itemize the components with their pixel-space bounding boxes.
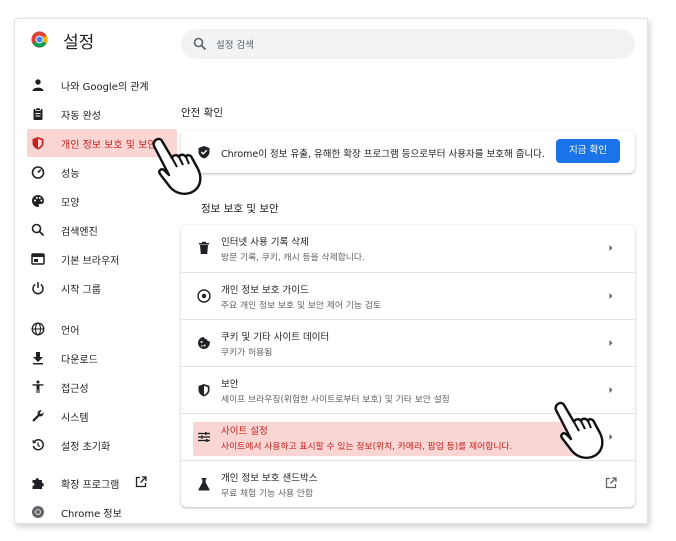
person-icon bbox=[32, 79, 44, 91]
row-subtitle: 세이프 브라우징(위험한 사이트로부터 보호) 및 기타 보안 설정 bbox=[221, 395, 450, 405]
top-bar: 설정 설정 검색 bbox=[15, 19, 649, 63]
row-subtitle: 주요 개인 정보 보호 및 보안 제어 기능 검토 bbox=[221, 301, 381, 311]
chevron-right-icon bbox=[609, 387, 613, 393]
row-title: 보안 bbox=[221, 379, 239, 390]
sliders-icon bbox=[198, 432, 210, 442]
accessibility-icon bbox=[32, 380, 44, 393]
external-link-icon[interactable] bbox=[135, 476, 147, 488]
row-subtitle: 사이트에서 사용하고 표시할 수 있는 정보(위치, 카메라, 팝업 등)를 제… bbox=[221, 442, 513, 452]
sidebar-item-label: 설정 초기화 bbox=[61, 442, 111, 453]
row-title: 쿠키 및 기타 사이트 데이터 bbox=[221, 332, 330, 343]
sidebar-item-downloads[interactable]: 다운로드 bbox=[27, 344, 177, 372]
sidebar-item-about-chrome[interactable]: Chrome 정보 bbox=[27, 498, 177, 526]
chevron-right-icon bbox=[609, 293, 613, 299]
row-subtitle: 쿠키가 허용됨 bbox=[221, 348, 273, 358]
search-icon bbox=[193, 37, 207, 51]
palette-icon bbox=[32, 195, 44, 207]
sidebar-item-accessibility[interactable]: 접근성 bbox=[27, 373, 177, 401]
chevron-right-icon bbox=[609, 340, 613, 346]
row-subtitle: 방문 기록, 쿠키, 캐시 등을 삭제합니다. bbox=[221, 253, 365, 263]
download-icon bbox=[33, 352, 43, 365]
privacy-section-title: 정보 보호 및 보안 bbox=[201, 203, 279, 215]
search-input[interactable]: 설정 검색 bbox=[181, 29, 635, 59]
privacy-sandbox-row[interactable]: 개인 정보 보호 샌드박스 무료 체험 기능 사용 안함 bbox=[181, 460, 635, 507]
speedometer-icon bbox=[31, 166, 45, 179]
shield-icon bbox=[198, 384, 210, 397]
external-link-icon bbox=[605, 477, 617, 489]
sidebar-item-system[interactable]: 시스템 bbox=[27, 402, 177, 430]
sidebar-item-label: 나와 Google의 관계 bbox=[61, 82, 149, 93]
shield-icon bbox=[32, 137, 44, 150]
sidebar-item-label: 모양 bbox=[61, 198, 80, 209]
app-title: 설정 bbox=[63, 33, 95, 53]
sidebar-item-reset-settings[interactable]: 설정 초기화 bbox=[27, 431, 177, 459]
row-title: 개인 정보 보호 가이드 bbox=[221, 285, 309, 296]
flask-icon bbox=[198, 478, 210, 491]
globe-icon bbox=[31, 322, 45, 336]
search-icon bbox=[31, 223, 45, 237]
sidebar-item-label: 언어 bbox=[61, 326, 80, 337]
sidebar-item-label: 시스템 bbox=[61, 413, 89, 424]
sidebar-item-extensions[interactable]: 확장 프로그램 bbox=[27, 469, 177, 497]
chrome-logo-icon bbox=[31, 31, 48, 48]
privacy-card: 인터넷 사용 기록 삭제 방문 기록, 쿠키, 캐시 등을 삭제합니다. 개인 … bbox=[181, 225, 635, 507]
power-icon bbox=[32, 282, 44, 295]
row-title: 사이트 설정 bbox=[221, 426, 268, 437]
safety-check-title: 안전 확인 bbox=[181, 107, 223, 119]
safety-check-card: Chrome이 정보 유출, 유해한 확장 프로그램 등으로부터 사용자를 보호… bbox=[181, 131, 635, 173]
trash-icon bbox=[199, 241, 209, 254]
chrome-icon bbox=[32, 506, 44, 518]
search-placeholder: 설정 검색 bbox=[216, 40, 254, 51]
sidebar-item-label: 다운로드 bbox=[61, 355, 98, 366]
compass-icon bbox=[197, 289, 211, 303]
clipboard-icon bbox=[33, 107, 43, 120]
puzzle-icon bbox=[32, 478, 44, 489]
sidebar-item-you-and-google[interactable]: 나와 Google의 관계 bbox=[27, 71, 177, 99]
row-title: 인터넷 사용 기록 삭제 bbox=[221, 237, 309, 248]
sidebar-item-label: 성능 bbox=[61, 169, 80, 180]
sidebar-item-label: 확장 프로그램 bbox=[61, 480, 120, 491]
sidebar-item-label: 접근성 bbox=[61, 384, 89, 395]
check-now-button[interactable]: 지금 확인 bbox=[556, 139, 620, 163]
browser-icon bbox=[31, 253, 45, 265]
sidebar-item-label: Chrome 정보 bbox=[61, 509, 122, 520]
wrench-icon bbox=[32, 410, 44, 422]
sidebar-item-label: 자동 완성 bbox=[61, 111, 101, 122]
row-title: 개인 정보 보호 샌드박스 bbox=[221, 473, 318, 484]
restore-icon bbox=[32, 439, 44, 451]
sidebar-item-label: 검색엔진 bbox=[61, 227, 98, 238]
sidebar-item-on-startup[interactable]: 시작 그룹 bbox=[27, 274, 177, 302]
sidebar-item-autofill[interactable]: 자동 완성 bbox=[27, 100, 177, 128]
sidebar-item-default-browser[interactable]: 기본 브라우저 bbox=[27, 245, 177, 273]
sidebar-item-search-engine[interactable]: 검색엔진 bbox=[27, 216, 177, 244]
sidebar-item-label: 기본 브라우저 bbox=[61, 256, 120, 267]
clear-browsing-data-row[interactable]: 인터넷 사용 기록 삭제 방문 기록, 쿠키, 캐시 등을 삭제합니다. bbox=[181, 225, 635, 272]
safety-check-description: Chrome이 정보 유출, 유해한 확장 프로그램 등으로부터 사용자를 보호… bbox=[221, 149, 545, 160]
sidebar: 나와 Google의 관계 자동 완성 개인 정보 보호 및 보안 성능 모양 … bbox=[15, 63, 177, 523]
row-subtitle: 무료 체험 기능 사용 안함 bbox=[221, 489, 314, 499]
sidebar-item-languages[interactable]: 언어 bbox=[27, 315, 177, 343]
hand-cursor-icon bbox=[554, 401, 604, 459]
privacy-guide-row[interactable]: 개인 정보 보호 가이드 주요 개인 정보 보호 및 보안 제어 기능 검토 bbox=[181, 272, 635, 319]
sidebar-item-label: 개인 정보 보호 및 보안 bbox=[61, 140, 157, 151]
sidebar-item-label: 시작 그룹 bbox=[61, 285, 101, 296]
hand-cursor-icon bbox=[152, 137, 202, 195]
cookie-icon bbox=[198, 337, 210, 349]
chevron-right-icon bbox=[609, 245, 613, 251]
cookies-row[interactable]: 쿠키 및 기타 사이트 데이터 쿠키가 허용됨 bbox=[181, 319, 635, 366]
